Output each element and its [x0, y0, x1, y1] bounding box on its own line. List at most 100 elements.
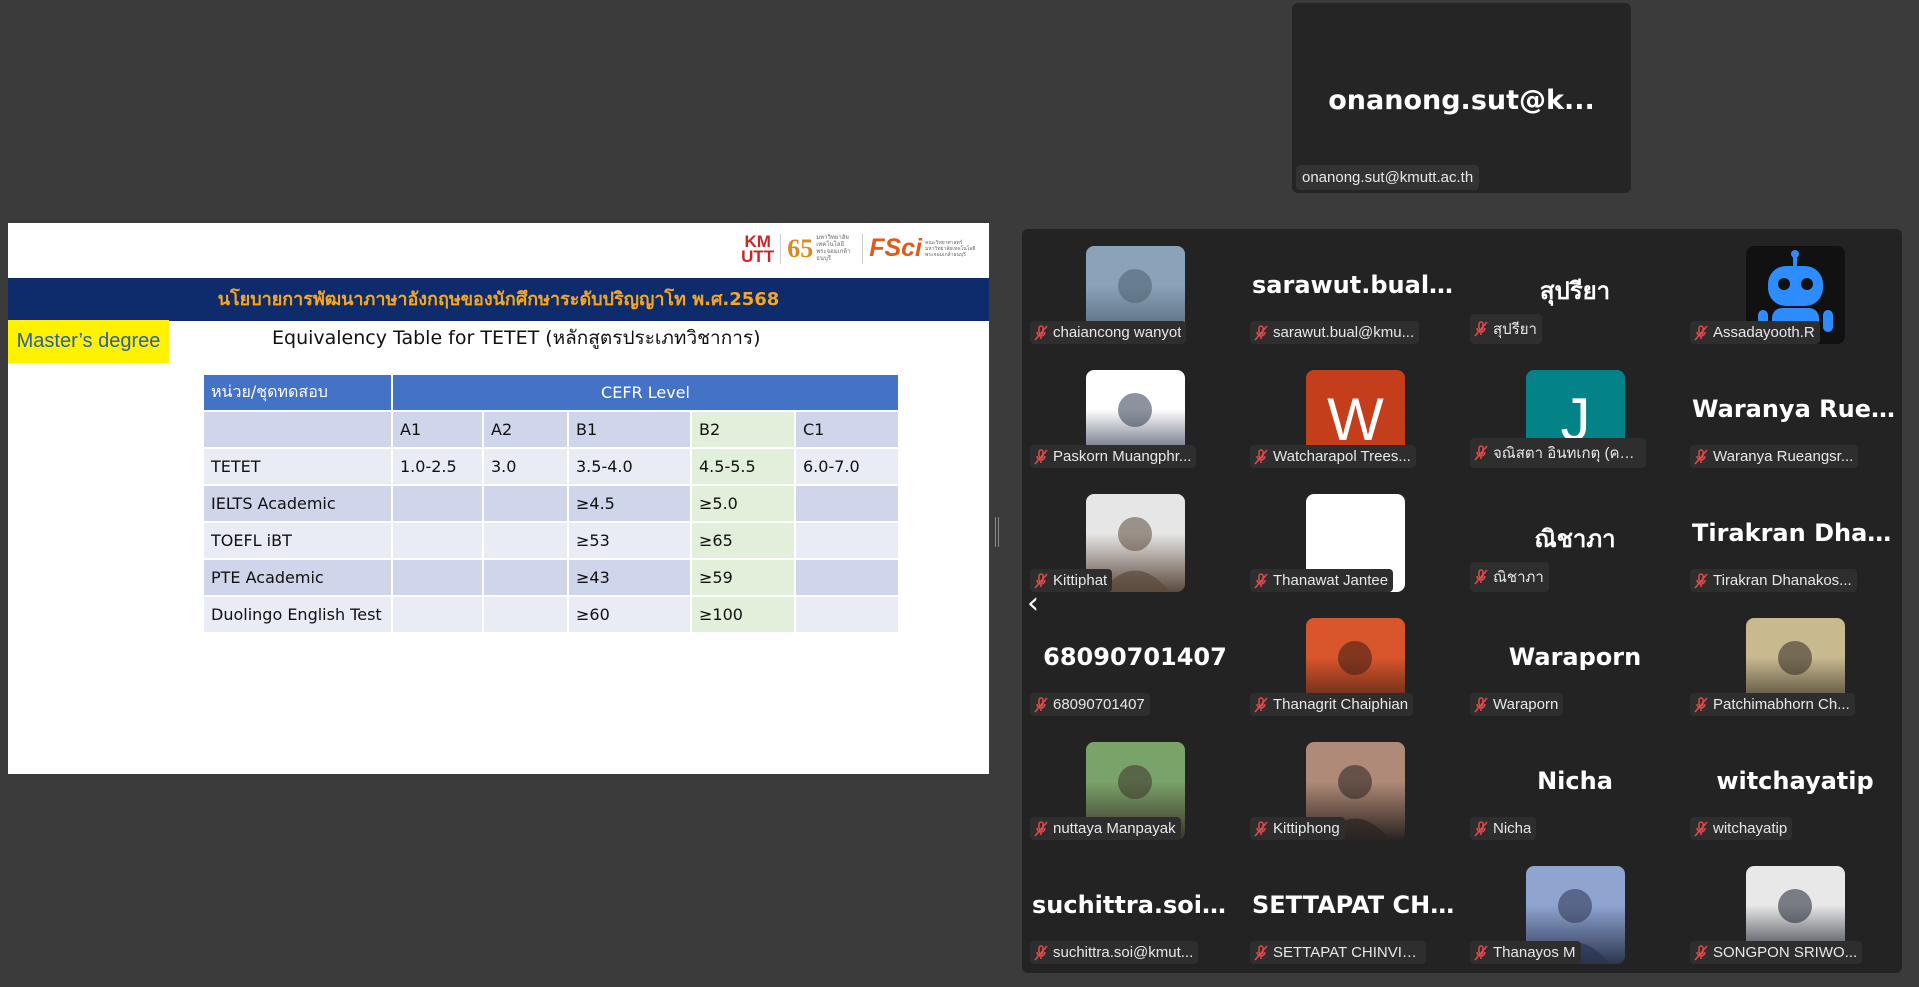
participant-name: SONGPON SRIWO... — [1713, 944, 1858, 961]
score-cell: ≥53 — [569, 523, 690, 558]
panel-splitter-handle[interactable] — [995, 517, 999, 547]
participant-name: Nicha — [1493, 820, 1532, 837]
participant-name: สุปรียา — [1493, 321, 1537, 338]
score-cell — [393, 560, 482, 595]
fsci-logo: FSci คณะวิทยาศาสตร์ มหาวิทยาลัยเทคโนโลยี… — [869, 234, 976, 262]
participant-name: Assadayooth.R — [1713, 324, 1815, 341]
participant-name-label: Assadayooth.R — [1690, 321, 1820, 344]
participant-name: Thanagrit Chaiphian — [1273, 696, 1409, 713]
participant-display-name: suchittra.soi@k... — [1032, 891, 1244, 919]
participant-name-label: 68090701407 — [1030, 693, 1150, 716]
participant-name: witchayatip — [1713, 820, 1788, 837]
participant-name-label: Kittiphong — [1250, 817, 1345, 840]
mic-muted-icon — [1254, 820, 1268, 837]
participant-display-name: Tirakran Dhana... — [1692, 519, 1904, 547]
score-cell: 6.0-7.0 — [796, 449, 898, 484]
mic-muted-icon — [1034, 944, 1048, 961]
mic-muted-icon — [1474, 944, 1488, 961]
participant-tile[interactable]: Tirakran Dhana... Tirakran Dhanakos... — [1686, 482, 1904, 600]
cefr-level-cell: B2 — [692, 412, 794, 447]
mic-muted-icon — [1034, 324, 1048, 341]
participant-display-name: Waranya Ruean... — [1692, 395, 1904, 423]
participant-tile[interactable]: witchayatip witchayatip — [1686, 730, 1904, 848]
slide-logos: KM UTT 65 มหาวิทยาลัยเทคโนโลยีพระจอมเกล้า… — [741, 226, 985, 271]
mic-muted-icon — [1694, 944, 1708, 961]
participant-display-name: witchayatip — [1716, 767, 1874, 795]
participant-name: chaiancong wanyot — [1053, 324, 1182, 341]
header-test-unit: หน่วย/ชุดทดสอบ — [204, 375, 391, 410]
participant-name: Watcharapol Trees... — [1273, 448, 1411, 465]
participant-name: Thanawat Jantee — [1273, 572, 1389, 589]
participant-tile[interactable]: Patchimabhorn Ch... — [1686, 606, 1904, 724]
participant-tile[interactable]: J จณิสตา อินทเกตุ (คณิ... — [1466, 358, 1684, 476]
participant-tile[interactable]: suchittra.soi@k... suchittra.soi@kmut... — [1026, 854, 1244, 972]
participant-tile[interactable]: Waranya Ruean... Waranya Rueangsr... — [1686, 358, 1904, 476]
mic-muted-icon — [1254, 944, 1268, 961]
participant-name: nuttaya Manpayak — [1053, 820, 1176, 837]
participant-tile[interactable]: Nicha Nicha — [1466, 730, 1684, 848]
participant-tile[interactable]: สุปรียา สุปรียา — [1466, 234, 1684, 352]
score-cell — [484, 486, 567, 521]
participant-tile[interactable]: sarawut.bual@k... sarawut.bual@kmu... — [1246, 234, 1464, 352]
participant-name-label: Waranya Rueangsr... — [1690, 445, 1859, 468]
participant-name: Waraporn — [1493, 696, 1559, 713]
score-cell: ≥60 — [569, 597, 690, 632]
participant-tile[interactable]: SONGPON SRIWO... — [1686, 854, 1904, 972]
participant-name: Patchimabhorn Ch... — [1713, 696, 1850, 713]
score-cell: 3.5-4.0 — [569, 449, 690, 484]
table-row: TOEFL iBT ≥53 ≥65 — [204, 523, 898, 558]
score-cell: ≥4.5 — [569, 486, 690, 521]
score-cell — [796, 597, 898, 632]
participant-name-label: witchayatip — [1690, 817, 1793, 840]
participant-tile[interactable]: 68090701407 68090701407 — [1026, 606, 1244, 724]
header-cefr-level: CEFR Level — [393, 375, 898, 410]
participant-name: suchittra.soi@kmut... — [1053, 944, 1194, 961]
participant-name-label: ณิชาภา — [1470, 562, 1549, 592]
participant-display-name: SETTAPAT CHIN... — [1252, 891, 1464, 919]
masters-degree-badge: Master’s degree — [8, 320, 169, 363]
participant-display-name: ณิชาภา — [1534, 525, 1616, 553]
participant-tile[interactable]: Thanawat Jantee — [1246, 482, 1464, 600]
mic-muted-icon — [1474, 445, 1488, 461]
test-name-cell: PTE Academic — [204, 560, 391, 595]
kmutt-logo: KM UTT — [741, 233, 782, 265]
speaker-tile[interactable]: onanong.sut@k... onanong.sut@kmutt.ac.th — [1292, 3, 1631, 193]
mic-muted-icon — [1694, 324, 1708, 341]
participant-display-name: 68090701407 — [1043, 643, 1227, 671]
score-cell: ≥59 — [692, 560, 794, 595]
score-cell: 3.0 — [484, 449, 567, 484]
participant-name-label: Kittiphat — [1030, 569, 1113, 592]
score-cell — [796, 486, 898, 521]
test-name-cell: Duolingo English Test — [204, 597, 391, 632]
participant-tile[interactable]: nuttaya Manpayak — [1026, 730, 1244, 848]
participant-name-label: Nicha — [1470, 817, 1537, 840]
participant-tile[interactable]: Thanagrit Chaiphian — [1246, 606, 1464, 724]
participant-tile[interactable]: SETTAPAT CHIN... SETTAPAT CHINVIR... — [1246, 854, 1464, 972]
slide-banner-title: นโยบายการพัฒนาภาษาอังกฤษของนักศึกษาระดับ… — [8, 278, 989, 321]
score-cell: 1.0-2.5 — [393, 449, 482, 484]
speaker-name-label: onanong.sut@kmutt.ac.th — [1296, 165, 1480, 190]
participant-tile[interactable]: W Watcharapol Trees... — [1246, 358, 1464, 476]
participant-display-name: sarawut.bual@k... — [1252, 271, 1464, 299]
participant-tile[interactable]: Kittiphat — [1026, 482, 1244, 600]
mic-muted-icon — [1254, 324, 1268, 341]
participant-tile[interactable]: Thanayos M — [1466, 854, 1684, 972]
score-cell — [393, 597, 482, 632]
test-name-cell: IELTS Academic — [204, 486, 391, 521]
participant-tile[interactable]: chaiancong wanyot — [1026, 234, 1244, 352]
participant-name-label: sarawut.bual@kmu... — [1250, 321, 1420, 344]
cefr-level-cell: B1 — [569, 412, 690, 447]
participant-name: SETTAPAT CHINVIR... — [1273, 944, 1421, 961]
participant-tile[interactable]: Kittiphong — [1246, 730, 1464, 848]
score-cell: ≥65 — [692, 523, 794, 558]
mic-muted-icon — [1694, 448, 1708, 465]
participant-name: Kittiphong — [1273, 820, 1340, 837]
participant-tile[interactable]: ณิชาภา ณิชาภา — [1466, 482, 1684, 600]
participant-tile[interactable]: Assadayooth.R — [1686, 234, 1904, 352]
participant-tile[interactable]: Paskorn Muangphr... — [1026, 358, 1244, 476]
participant-tile[interactable]: Waraporn Waraporn — [1466, 606, 1684, 724]
participant-display-name: Nicha — [1537, 767, 1613, 795]
mic-muted-icon — [1254, 572, 1268, 589]
participant-name: Tirakran Dhanakos... — [1713, 572, 1852, 589]
speaker-display-name: onanong.sut@k... — [1328, 85, 1595, 116]
